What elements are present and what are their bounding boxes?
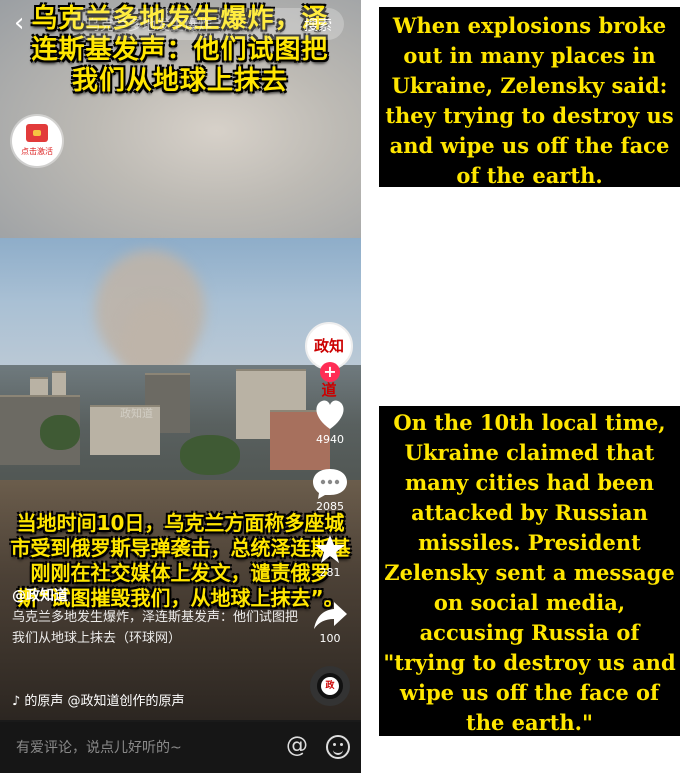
- star-icon[interactable]: [303, 532, 357, 566]
- red-envelope-icon: [26, 124, 48, 142]
- tree: [40, 415, 80, 450]
- search-hint: 乌克兰多地发生爆炸: [86, 18, 212, 34]
- emoji-icon[interactable]: [326, 735, 350, 759]
- author-handle[interactable]: @政知道: [12, 585, 302, 607]
- back-icon[interactable]: ‹: [14, 9, 38, 37]
- music-disc[interactable]: 政: [310, 666, 350, 706]
- video-caption: @政知道 乌克兰多地发生爆炸，泽连斯基发声：他们试图把我们从地球上抹去（环球网）: [12, 585, 302, 649]
- like-count: 4940: [316, 433, 344, 446]
- search-button[interactable]: 搜索: [304, 15, 332, 35]
- share-count: 100: [319, 632, 341, 645]
- comment-input[interactable]: 有爱评论，说点儿好听的~: [16, 737, 182, 757]
- translation-box-headline: When explosions broke out in many places…: [379, 7, 680, 188]
- tree: [180, 435, 240, 475]
- comment-icon[interactable]: [303, 466, 357, 500]
- activate-badge[interactable]: 点击激活: [12, 116, 62, 166]
- caption-text: 乌克兰多地发生爆炸，泽连斯基发声：他们试图把我们从地球上抹去（环球网）: [12, 610, 299, 646]
- share-icon[interactable]: [303, 598, 357, 632]
- search-bar[interactable]: 乌克兰多地发生爆炸 搜索: [68, 8, 344, 40]
- favorite-count: 281: [319, 566, 341, 579]
- music-disc-label: 政: [321, 677, 339, 695]
- at-icon[interactable]: @: [286, 733, 308, 758]
- video-app-screen: 乌克兰多地发生爆炸，泽连斯基发声：他们试图把我们从地球上抹去 政知道 当地时间1…: [0, 0, 361, 773]
- translation-box-body: On the 10th local time, Ukraine claimed …: [379, 406, 680, 736]
- follow-button[interactable]: +: [320, 362, 340, 382]
- comment-bar: 有爱评论，说点儿好听的~ @: [0, 722, 361, 773]
- video-watermark: 政知道: [120, 407, 153, 420]
- top-bar: ‹ 乌克兰多地发生爆炸 搜索: [0, 0, 361, 48]
- activate-label: 点击激活: [21, 147, 53, 156]
- music-info[interactable]: ♪ 的原声 @政知道创作的原声: [12, 690, 302, 709]
- heart-icon[interactable]: [303, 396, 357, 432]
- comment-count: 2085: [316, 500, 344, 513]
